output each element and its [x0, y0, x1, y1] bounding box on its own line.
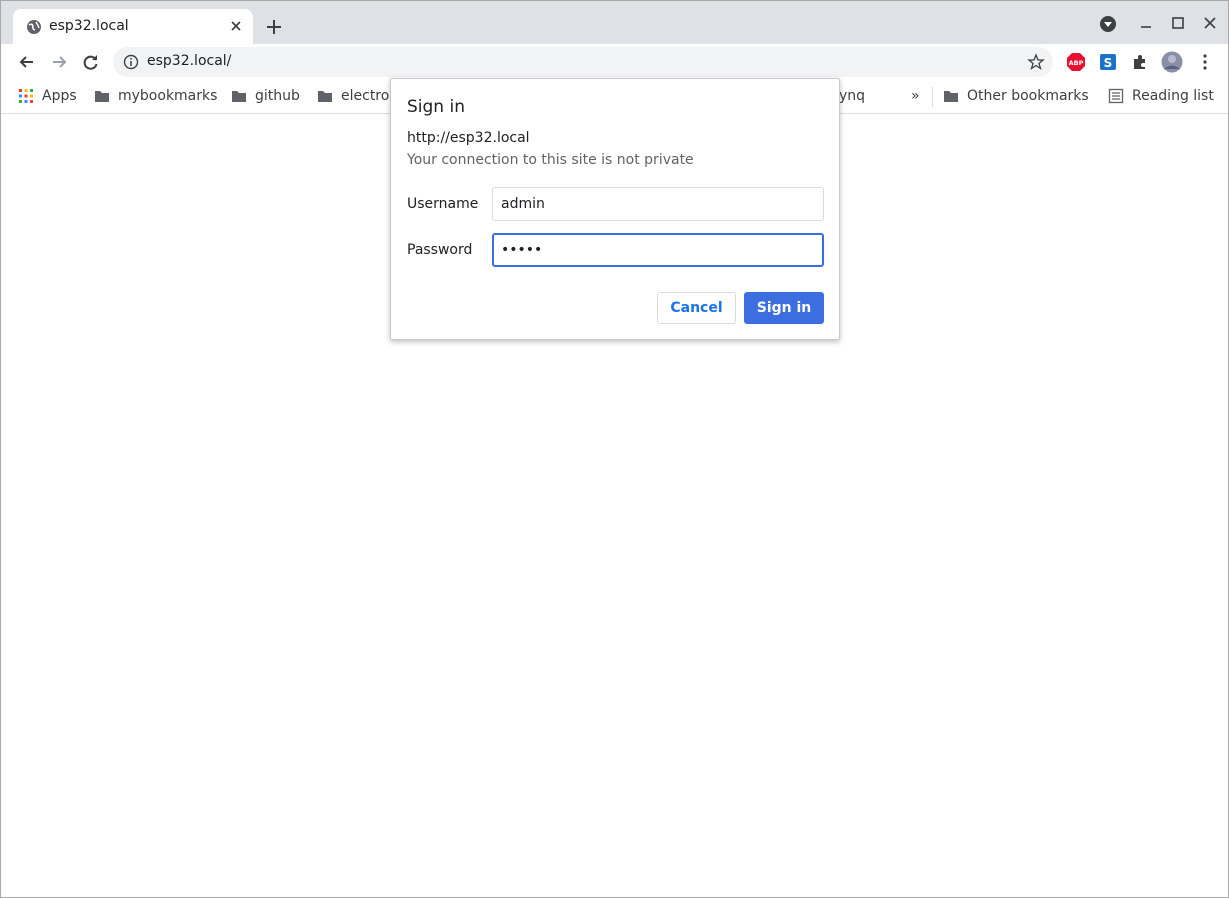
password-field[interactable]: ••••• — [492, 233, 824, 267]
tab-title: esp32.local — [49, 18, 129, 34]
bookmark-label: mybookmarks — [118, 88, 218, 104]
sign-in-button[interactable]: Sign in — [744, 292, 824, 324]
menu-icon[interactable] — [1195, 52, 1215, 72]
folder-icon — [944, 91, 958, 102]
dialog-title: Sign in — [407, 97, 465, 117]
s-extension-icon[interactable]: S — [1098, 52, 1118, 72]
close-window-icon[interactable] — [1201, 15, 1219, 33]
minimize-icon[interactable] — [1137, 15, 1155, 33]
tab-strip: esp32.local — [1, 1, 1228, 44]
bookmarks-overflow-button[interactable]: » — [911, 86, 920, 106]
avatar[interactable] — [1161, 51, 1183, 73]
reload-icon[interactable] — [81, 52, 101, 72]
abp-icon[interactable]: ABP — [1066, 52, 1086, 72]
bookmark-label: Other bookmarks — [967, 88, 1089, 104]
apps-icon — [19, 89, 33, 103]
forward-icon[interactable] — [49, 52, 69, 72]
svg-text:ABP: ABP — [1069, 59, 1084, 67]
bookmark-label: Apps — [42, 88, 77, 104]
folder-icon — [95, 91, 109, 102]
close-icon[interactable] — [227, 17, 245, 35]
bookmark-folder-other[interactable]: Other bookmarks — [943, 86, 1089, 106]
bookmark-apps[interactable]: Apps — [18, 86, 77, 106]
bookmark-label: github — [255, 88, 300, 104]
puzzle-icon[interactable] — [1130, 52, 1150, 72]
overflow-label: » — [911, 88, 920, 104]
plus-icon[interactable] — [263, 16, 285, 38]
bookmark-folder-electron[interactable]: electron — [317, 86, 398, 106]
dialog-warning: Your connection to this site is not priv… — [407, 152, 694, 168]
tab-esp32[interactable]: esp32.local — [13, 9, 253, 44]
maximize-icon[interactable] — [1169, 15, 1187, 33]
bookmark-folder-mybookmarks[interactable]: mybookmarks — [94, 86, 217, 106]
bookmark-label: Reading list — [1132, 88, 1214, 104]
sign-in-dialog: Sign in http://esp32.local Your connecti… — [390, 78, 840, 340]
dropdown-icon[interactable] — [1099, 15, 1117, 33]
info-icon[interactable] — [123, 54, 139, 70]
globe-icon — [27, 20, 41, 34]
bookmark-folder-github[interactable]: github — [231, 86, 300, 106]
username-field[interactable]: admin — [492, 187, 824, 221]
folder-icon — [318, 91, 332, 102]
star-icon[interactable] — [1027, 53, 1045, 71]
svg-text:S: S — [1104, 56, 1113, 70]
dialog-origin: http://esp32.local — [407, 130, 530, 146]
address-bar[interactable]: esp32.local/ — [113, 47, 1053, 77]
cancel-button[interactable]: Cancel — [657, 292, 736, 324]
back-icon[interactable] — [17, 52, 37, 72]
username-label: Username — [407, 196, 479, 212]
folder-icon — [232, 91, 246, 102]
reading-list-icon — [1108, 88, 1124, 104]
browser-window: esp32.local esp32.local/ ABP S Apps mybo… — [0, 0, 1229, 898]
address-url: esp32.local/ — [147, 53, 232, 69]
password-label: Password — [407, 242, 473, 258]
reading-list-button[interactable]: Reading list — [1108, 86, 1214, 106]
bookmark-label: ynq — [839, 88, 866, 104]
bookmarks-separator — [932, 87, 933, 107]
toolbar: esp32.local/ ABP S — [1, 44, 1228, 80]
bookmark-folder-ynq[interactable]: ynq — [839, 86, 865, 106]
